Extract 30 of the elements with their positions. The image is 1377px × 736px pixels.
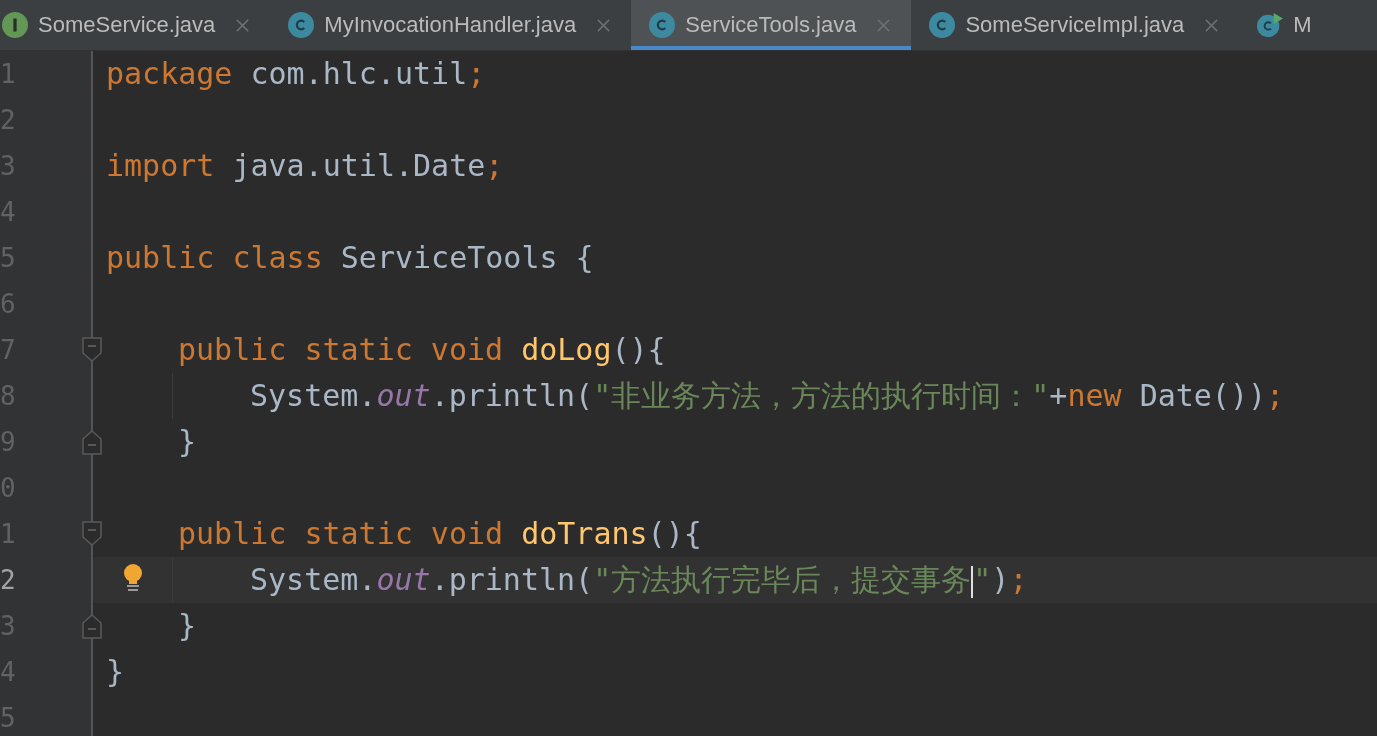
editor-tab[interactable]: SomeServiceImpl.java xyxy=(911,0,1240,50)
close-icon[interactable] xyxy=(1204,17,1220,33)
editor-tab[interactable]: MyInvocationHandler.java xyxy=(270,0,632,50)
editor-tab[interactable]: SomeService.java xyxy=(0,0,271,50)
lightbulb-icon[interactable] xyxy=(122,564,144,592)
fold-marker-icon[interactable] xyxy=(82,337,102,363)
code-line: public static void doTrans(){ xyxy=(178,515,702,553)
code-line: } xyxy=(178,423,197,461)
class-icon xyxy=(649,12,676,38)
close-icon[interactable] xyxy=(235,17,251,33)
code-line: package com.hlc.util; xyxy=(106,55,486,93)
class-icon xyxy=(929,12,956,38)
code-line: System.out.println("方法执行完毕后，提交事务"); xyxy=(250,561,1028,600)
class-icon xyxy=(288,12,315,38)
fold-marker-icon[interactable] xyxy=(82,429,102,455)
code-line: public class ServiceTools { xyxy=(106,239,594,277)
editor-tab[interactable]: M xyxy=(1239,0,1332,50)
text-cursor xyxy=(971,565,974,598)
close-icon[interactable] xyxy=(876,17,892,33)
editor-tab[interactable]: ServiceTools.java xyxy=(631,0,912,50)
code-line: System.out.println("非业务方法，方法的执行时间："+new Date()); xyxy=(250,377,1285,415)
fold-marker-icon[interactable] xyxy=(82,613,102,639)
close-icon[interactable] xyxy=(596,17,612,33)
code-line: public static void doLog(){ xyxy=(178,331,666,369)
line-number: 2 xyxy=(0,564,17,597)
fold-marker-icon[interactable] xyxy=(82,521,102,547)
code-line: import java.util.Date; xyxy=(106,147,504,185)
code-line: } xyxy=(106,653,125,691)
code-line: } xyxy=(178,607,197,645)
runnable-class-icon xyxy=(1257,12,1284,38)
